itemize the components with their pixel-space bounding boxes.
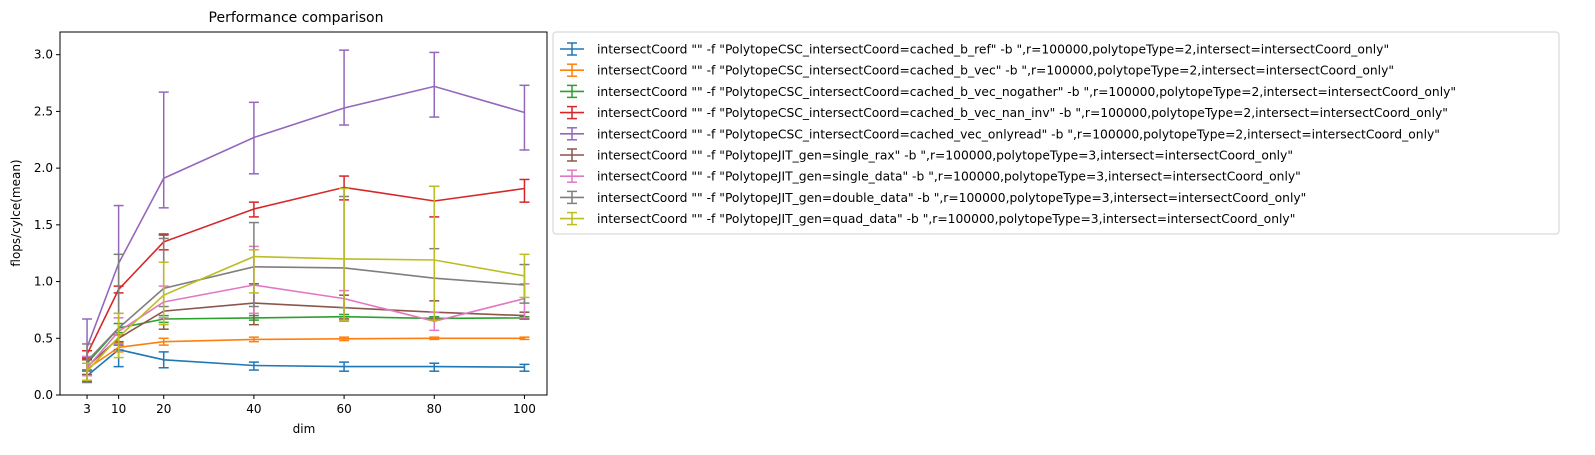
x-tick-label: 100	[513, 402, 536, 416]
legend-entry: intersectCoord "" -f "PolytopeCSC_inters…	[560, 42, 1389, 57]
legend-label: intersectCoord "" -f "PolytopeJIT_gen=si…	[597, 170, 1301, 184]
legend-label: intersectCoord "" -f "PolytopeJIT_gen=si…	[597, 149, 1293, 163]
series-3	[82, 313, 530, 371]
x-tick-label: 20	[156, 402, 171, 416]
y-tick-label: 3.0	[34, 48, 53, 62]
legend-label: intersectCoord "" -f "PolytopeCSC_inters…	[597, 127, 1440, 141]
x-tick-label: 40	[246, 402, 261, 416]
legend-label: intersectCoord "" -f "PolytopeCSC_inters…	[597, 85, 1456, 99]
legend-entry: intersectCoord "" -f "PolytopeJIT_gen=do…	[560, 190, 1306, 205]
series-line	[86, 337, 525, 370]
legend-entry: intersectCoord "" -f "PolytopeCSC_inters…	[560, 63, 1394, 78]
y-tick-label: 1.0	[34, 275, 53, 289]
series-8	[82, 195, 530, 384]
y-tick-label: 2.5	[34, 104, 53, 118]
chart-title: Performance comparison	[209, 10, 384, 26]
x-tick-label: 80	[427, 402, 442, 416]
legend: intersectCoord "" -f "PolytopeCSC_inters…	[552, 31, 1560, 235]
x-tick-label: 3	[83, 402, 91, 416]
legend-entry: intersectCoord "" -f "PolytopeJIT_gen=qu…	[560, 211, 1295, 226]
series-line	[86, 186, 525, 355]
legend-label: intersectCoord "" -f "PolytopeCSC_inters…	[597, 106, 1448, 120]
legend-entry: intersectCoord "" -f "PolytopeCSC_inters…	[560, 127, 1440, 141]
performance-chart: Performance comparison 3 10 20 40 60 80 100 0.0…	[9, 10, 1560, 436]
series-9	[82, 185, 530, 382]
legend-label: intersectCoord "" -f "PolytopeJIT_gen=qu…	[597, 212, 1295, 226]
x-tick-label: 60	[336, 402, 351, 416]
series-6	[82, 233, 530, 376]
y-tick-label: 0.0	[34, 388, 53, 402]
legend-label: intersectCoord "" -f "PolytopeCSC_inters…	[597, 43, 1389, 57]
plot-area	[82, 49, 530, 384]
series-5	[82, 49, 530, 372]
series-line	[86, 348, 525, 377]
y-tick-label: 2.0	[34, 161, 53, 175]
legend-label: intersectCoord "" -f "PolytopeJIT_gen=do…	[597, 191, 1306, 205]
legend-label: intersectCoord "" -f "PolytopeCSC_inters…	[597, 64, 1394, 78]
plot-frame	[59, 31, 548, 396]
legend-entry: intersectCoord "" -f "PolytopeJIT_gen=si…	[560, 148, 1293, 163]
y-tick-label: 0.5	[34, 331, 53, 345]
y-tick-label: 1.5	[34, 218, 53, 232]
x-tick-label: 10	[111, 402, 126, 416]
series-line	[86, 315, 525, 364]
x-axis-title: dim	[293, 422, 316, 436]
y-axis-title: flops/cylce(mean)	[9, 159, 23, 266]
series-1	[82, 344, 530, 383]
legend-entry: intersectCoord "" -f "PolytopeCSC_inters…	[560, 84, 1456, 99]
legend-entry: intersectCoord "" -f "PolytopeCSC_inters…	[560, 105, 1448, 120]
axes: 3 10 20 40 60 80 100 0.0 0.5 1.0 1.5 2.0 2.5 3.0	[34, 48, 536, 416]
legend-entry: intersectCoord "" -f "PolytopeJIT_gen=si…	[560, 169, 1301, 184]
